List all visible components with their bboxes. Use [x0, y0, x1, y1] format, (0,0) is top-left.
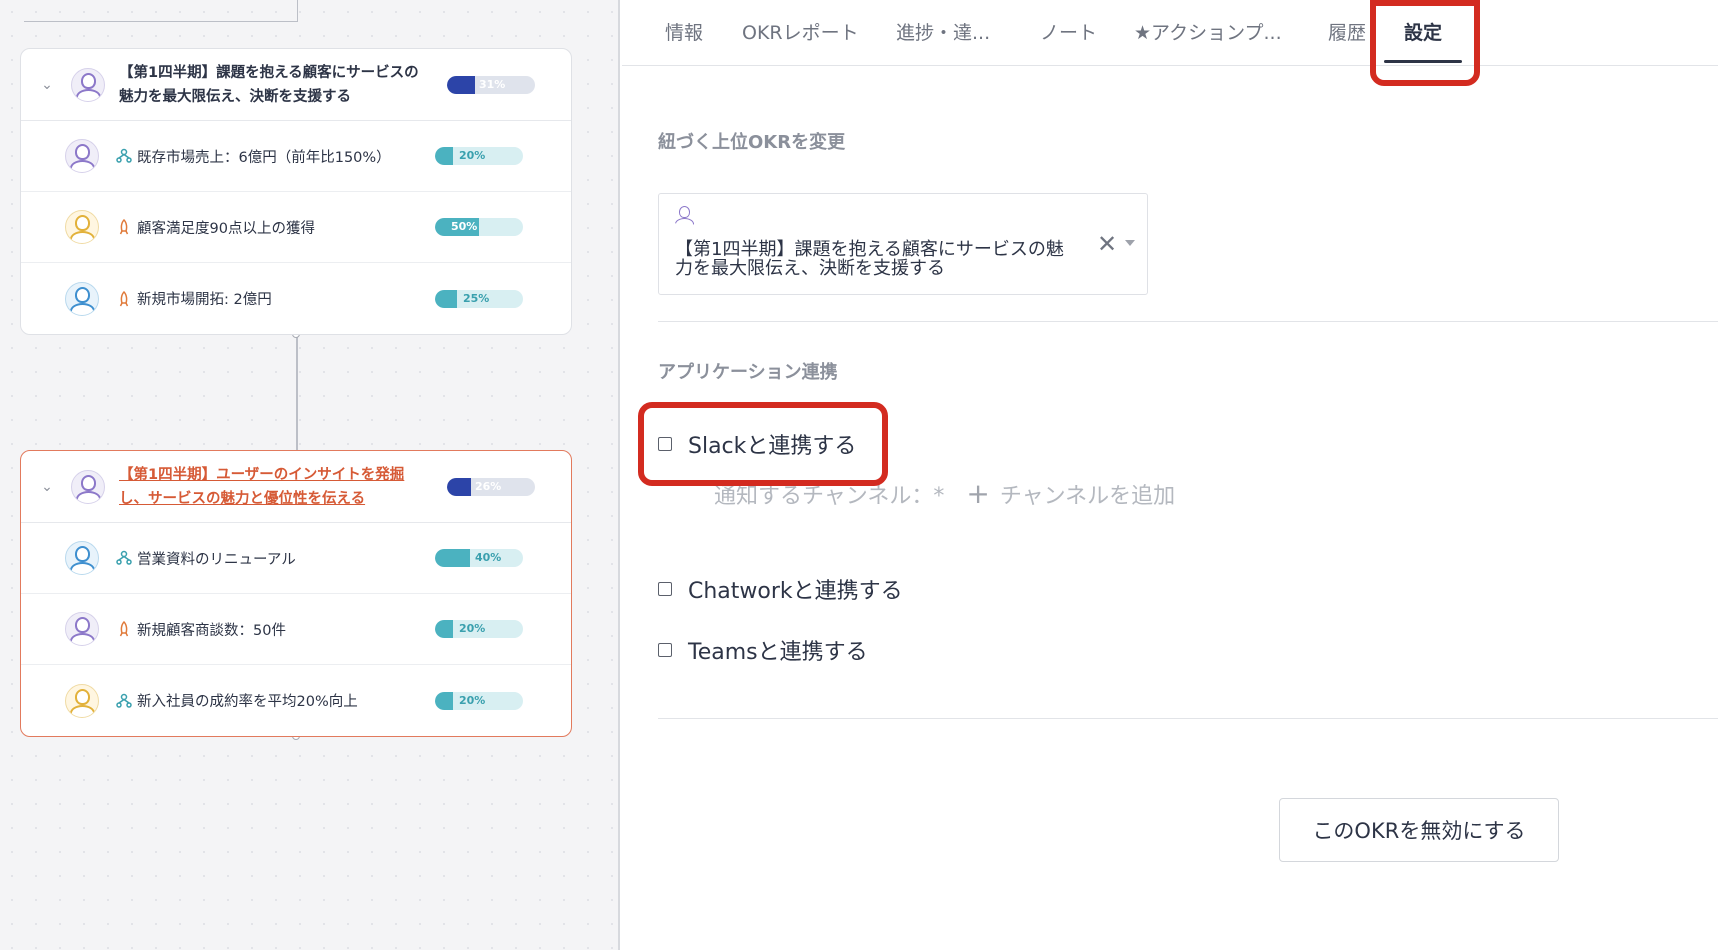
avatar: [71, 469, 105, 504]
rocket-icon: [115, 620, 133, 638]
objective-header[interactable]: ⌄ 【第1四半期】ユーザーのインサイトを発掘し、サービスの魅力と優位性を伝える …: [21, 451, 571, 523]
tab-okr-report[interactable]: OKRレポート: [742, 18, 859, 45]
key-result-row[interactable]: 新入社員の成約率を平均20%向上 20%: [21, 665, 571, 736]
tab-bar: 情報 OKRレポート 進捗・達... ノート ★アクションプ... 履歴 設定: [622, 0, 1718, 66]
progress-bar: 25%: [435, 289, 523, 308]
avatar: [65, 281, 99, 316]
progress-bar: 31%: [447, 75, 535, 94]
tab-progress[interactable]: 進捗・達...: [896, 18, 990, 45]
progress-bar: 26%: [447, 477, 535, 496]
key-result-title[interactable]: 顧客満足度90点以上の獲得: [137, 217, 435, 238]
objective-header[interactable]: ⌄ 【第1四半期】課題を抱える顧客にサービスの魅力を最大限伝え、決断を支援する …: [21, 49, 571, 121]
progress-label: 26%: [475, 479, 502, 493]
objective-card-selected[interactable]: ⌄ 【第1四半期】ユーザーのインサイトを発掘し、サービスの魅力と優位性を伝える …: [20, 450, 572, 737]
key-result-title[interactable]: 営業資料のリニューアル: [137, 548, 435, 569]
progress-bar: 50%: [435, 218, 523, 236]
progress-bar: 20%: [435, 147, 523, 165]
progress-label: 31%: [479, 77, 506, 91]
avatar: [65, 139, 99, 173]
channel-label: 通知するチャンネル：*: [714, 484, 945, 509]
active-tab-indicator: [1384, 60, 1462, 63]
network-icon: [115, 549, 133, 567]
objective-title[interactable]: 【第1四半期】課題を抱える顧客にサービスの魅力を最大限伝え、決断を支援する: [119, 61, 431, 109]
okr-detail-panel: 情報 OKRレポート 進捗・達... ノート ★アクションプ... 履歴 設定 …: [622, 0, 1718, 950]
avatar: [673, 204, 697, 228]
key-result-row[interactable]: 営業資料のリニューアル 40%: [21, 523, 571, 594]
teams-checkbox[interactable]: [658, 643, 672, 657]
parent-okr-select[interactable]: 【第1四半期】課題を抱える顧客にサービスの魅力を最大限伝え、決断を支援する ✕: [658, 193, 1148, 295]
progress-label: 20%: [459, 149, 486, 162]
avatar: [65, 612, 99, 646]
key-result-title[interactable]: 既存市場売上：6億円（前年比150%）: [137, 146, 435, 167]
tree-connector: [24, 0, 298, 22]
rocket-icon: [115, 218, 133, 236]
network-icon: [115, 147, 133, 165]
objective-title-link[interactable]: 【第1四半期】ユーザーのインサイトを発掘し、サービスの魅力と優位性を伝える: [119, 463, 431, 511]
chatwork-checkbox[interactable]: [658, 582, 672, 596]
add-channel-button[interactable]: チャンネルを追加: [1000, 478, 1175, 510]
progress-bar: 40%: [435, 549, 523, 567]
notify-channel-row: 通知するチャンネル：* + チャンネルを追加: [714, 478, 1175, 510]
avatar: [65, 210, 99, 244]
tab-settings[interactable]: 設定: [1404, 18, 1442, 45]
network-icon: [115, 692, 133, 710]
parent-okr-value: 【第1四半期】課題を抱える顧客にサービスの魅力を最大限伝え、決断を支援する: [675, 239, 1064, 279]
chevron-down-icon[interactable]: [1125, 240, 1135, 246]
slack-checkbox[interactable]: [658, 437, 672, 451]
rocket-icon: [115, 290, 133, 308]
progress-label: 50%: [451, 220, 478, 233]
okr-tree-panel: ⌄ 【第1四半期】課題を抱える顧客にサービスの魅力を最大限伝え、決断を支援する …: [0, 0, 620, 950]
tree-connector: [296, 334, 298, 450]
parent-okr-label: 紐づく上位OKRを変更: [658, 132, 846, 153]
progress-bar: 20%: [435, 691, 523, 710]
key-result-row[interactable]: 新規市場開拓: 2億円 25%: [21, 263, 571, 334]
slack-integration-option[interactable]: Slackと連携する: [658, 428, 856, 460]
key-result-title[interactable]: 新規顧客商談数：50件: [137, 619, 435, 640]
progress-label: 25%: [463, 291, 490, 305]
objective-card[interactable]: ⌄ 【第1四半期】課題を抱える顧客にサービスの魅力を最大限伝え、決断を支援する …: [20, 48, 572, 335]
key-result-row[interactable]: 既存市場売上：6億円（前年比150%） 20%: [21, 121, 571, 192]
plus-icon[interactable]: +: [966, 480, 989, 508]
teams-integration-option[interactable]: Teamsと連携する: [658, 634, 868, 666]
teams-checkbox-label[interactable]: Teamsと連携する: [688, 634, 868, 666]
avatar: [71, 67, 105, 102]
section-divider: [658, 321, 1718, 322]
key-result-row[interactable]: 顧客満足度90点以上の獲得 50%: [21, 192, 571, 263]
chevron-down-icon[interactable]: ⌄: [35, 479, 59, 495]
key-result-title[interactable]: 新入社員の成約率を平均20%向上: [137, 690, 435, 711]
progress-bar: 20%: [435, 620, 523, 638]
section-divider: [658, 718, 1718, 719]
app-integration-label: アプリケーション連携: [658, 362, 838, 383]
key-result-title[interactable]: 新規市場開拓: 2億円: [137, 288, 435, 309]
chevron-down-icon[interactable]: ⌄: [35, 77, 59, 93]
avatar: [65, 541, 99, 575]
tab-notes[interactable]: ノート: [1040, 18, 1097, 45]
key-result-row[interactable]: 新規顧客商談数：50件 20%: [21, 594, 571, 665]
chatwork-integration-option[interactable]: Chatworkと連携する: [658, 573, 903, 605]
chatwork-checkbox-label[interactable]: Chatworkと連携する: [688, 573, 903, 605]
close-icon[interactable]: ✕: [1097, 230, 1117, 258]
progress-label: 40%: [475, 551, 502, 564]
tab-action-plan[interactable]: ★アクションプ...: [1134, 18, 1282, 45]
tab-history[interactable]: 履歴: [1328, 18, 1366, 45]
avatar: [65, 683, 99, 718]
slack-checkbox-label[interactable]: Slackと連携する: [688, 428, 856, 460]
disable-okr-button[interactable]: このOKRを無効にする: [1279, 798, 1559, 862]
progress-label: 20%: [459, 693, 486, 707]
progress-label: 20%: [459, 622, 486, 635]
tab-info[interactable]: 情報: [665, 18, 703, 45]
